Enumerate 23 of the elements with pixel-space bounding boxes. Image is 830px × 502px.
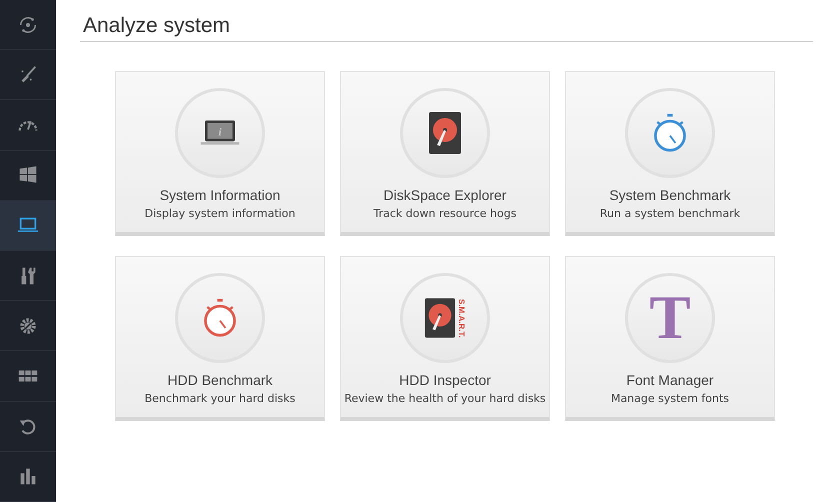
- page-title: Analyze system: [83, 14, 232, 38]
- tile-subtitle: Track down resource hogs: [374, 207, 516, 220]
- tile-title: Font Manager: [626, 372, 714, 388]
- tool-tile[interactable]: HDD Benchmark Benchmark your hard disks: [115, 256, 325, 421]
- tool-tile[interactable]: T Font Manager Manage system fonts: [565, 256, 775, 421]
- tile-subtitle: Manage system fonts: [610, 392, 730, 405]
- tile-subtitle: Run a system benchmark: [600, 207, 740, 220]
- tile-subtitle: Display system information: [144, 207, 296, 220]
- tool-tile[interactable]: DiskSpace Explorer Track down resource hogs: [340, 71, 550, 236]
- tile-subtitle: Benchmark your hard disks: [144, 392, 296, 405]
- tool-tile[interactable]: i System Information Display system information: [115, 71, 325, 236]
- tool-tile[interactable]: S.M.A.R.T. HDD Inspector Review the health of your hard disks: [340, 256, 550, 421]
- tile-subtitle: Review the health of your hard disks: [344, 392, 546, 405]
- sidebar-item[interactable]: [0, 200, 56, 252]
- tile-title: System Information: [160, 187, 280, 203]
- smart-label: S.M.A.R.T.: [457, 298, 466, 338]
- info-letter: i: [218, 126, 222, 138]
- tile-title: HDD Benchmark: [167, 372, 273, 388]
- font-letter-icon: T: [649, 287, 691, 349]
- tool-tile[interactable]: System Benchmark Run a system benchmark: [565, 71, 775, 236]
- tile-title: HDD Inspector: [399, 372, 491, 388]
- tile-title: DiskSpace Explorer: [384, 187, 506, 203]
- tile-title: System Benchmark: [609, 187, 731, 203]
